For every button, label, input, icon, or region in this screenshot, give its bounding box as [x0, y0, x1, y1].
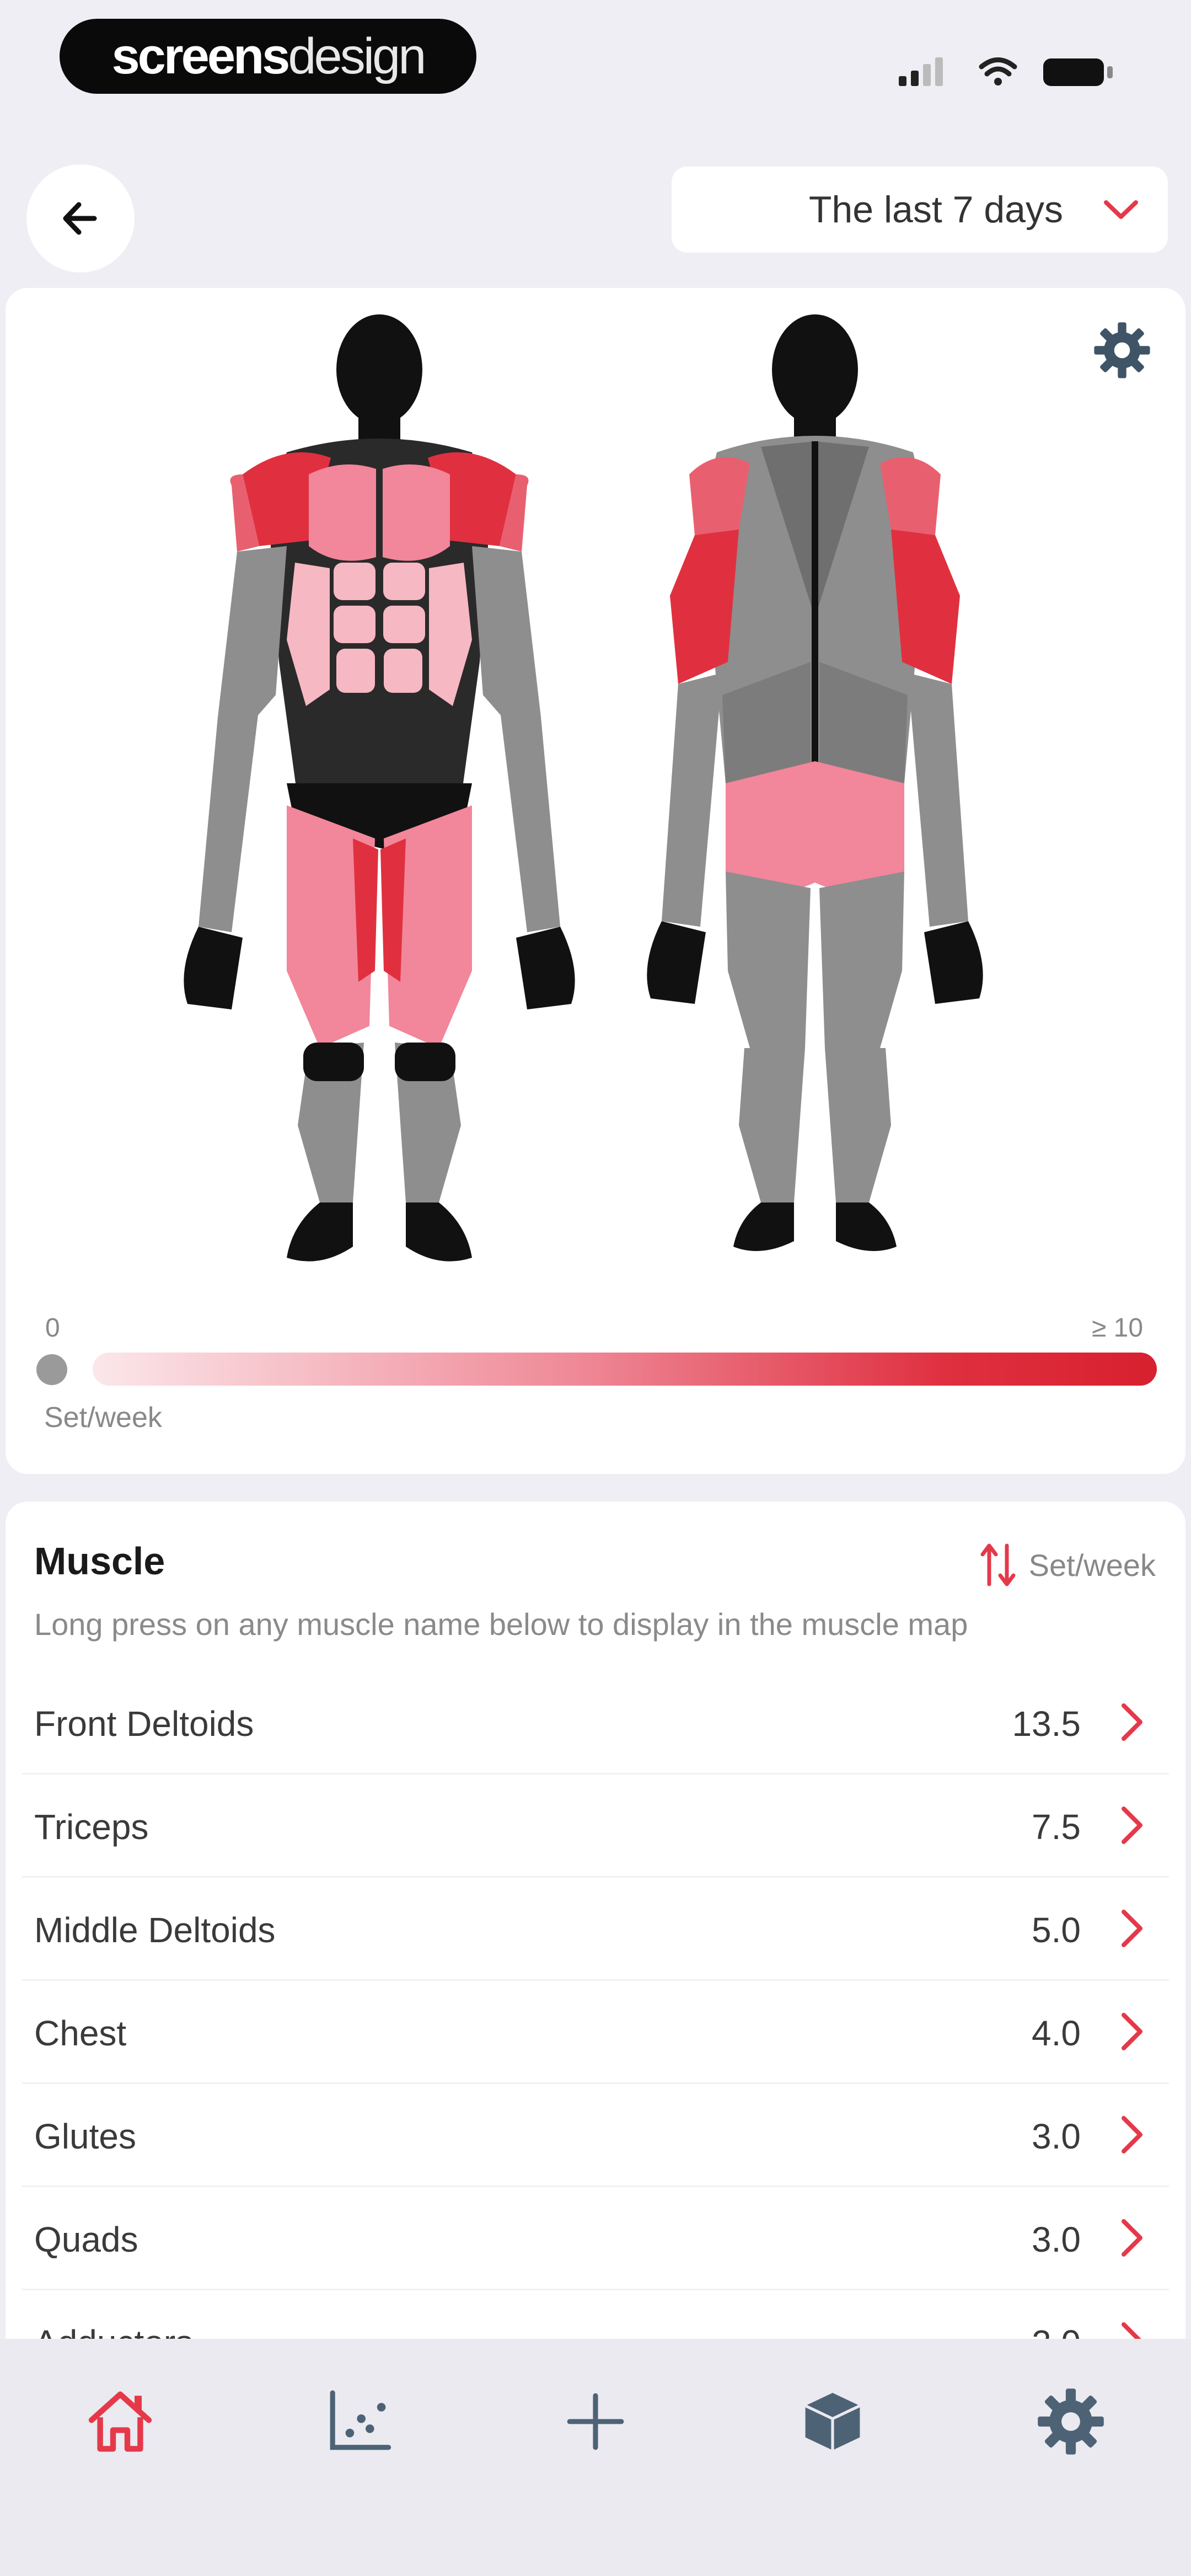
scale-min-label: 0: [45, 1313, 60, 1343]
chest-right: [383, 464, 450, 561]
tab-home[interactable]: [76, 2377, 164, 2466]
tab-statistics[interactable]: [314, 2377, 403, 2466]
muscle-rows: Front Deltoids 13.5 Triceps 7.5 Middle D…: [0, 1671, 1191, 2393]
chest-left: [309, 464, 376, 561]
back-hand-right: [924, 921, 983, 1004]
sort-button[interactable]: Set/week: [979, 1540, 1156, 1590]
add-icon: [567, 2393, 624, 2450]
muscle-value: 13.5: [1012, 1704, 1081, 1744]
glutes-left: [726, 761, 815, 891]
status-bar: screens design: [0, 0, 1191, 127]
muscle-name: Glutes: [34, 2117, 136, 2156]
muscle-row-front-deltoids[interactable]: Front Deltoids 13.5: [22, 1671, 1169, 1775]
scale-min-marker: [36, 1354, 67, 1385]
tab-add[interactable]: [551, 2377, 640, 2466]
scale-max-label: ≥ 10: [1092, 1313, 1144, 1343]
front-hand-left: [184, 927, 243, 1009]
sort-label: Set/week: [1028, 1547, 1156, 1583]
muscle-row-glutes[interactable]: Glutes 3.0: [22, 2084, 1169, 2187]
back-button[interactable]: [26, 164, 135, 272]
chevron-right-icon: [1122, 2116, 1142, 2153]
muscle-list-hint: Long press on any muscle name below to d…: [34, 1607, 968, 1642]
back-foot-right: [836, 1203, 897, 1251]
arrow-left-icon: [63, 202, 97, 235]
glutes-right: [815, 761, 904, 891]
muscle-value: 3.0: [1032, 2117, 1081, 2156]
cellular-signal-icon: [899, 57, 943, 86]
scale-unit-label: Set/week: [44, 1402, 162, 1434]
wifi-icon: [979, 57, 1017, 85]
home-icon: [88, 2391, 152, 2452]
muscle-value: 3.0: [1032, 2220, 1081, 2259]
muscle-name: Quads: [34, 2220, 138, 2259]
muscle-list-title: Muscle: [34, 1540, 165, 1583]
muscle-row-triceps[interactable]: Triceps 7.5: [22, 1775, 1169, 1878]
muscle-row-middle-deltoids[interactable]: Middle Deltoids 5.0: [22, 1878, 1169, 1981]
intensity-gradient-bar: [93, 1353, 1157, 1386]
muscle-row-quads[interactable]: Quads 3.0: [22, 2187, 1169, 2290]
settings-icon: [1038, 2388, 1104, 2455]
front-foot-right: [406, 1203, 472, 1262]
muscle-name: Triceps: [34, 1807, 149, 1847]
chevron-right-icon: [1122, 2219, 1142, 2257]
back-foot-left: [733, 1203, 794, 1251]
brand-badge: screens design: [60, 19, 476, 94]
battery-icon: [1043, 58, 1113, 86]
chevron-right-icon: [1122, 1807, 1142, 1844]
date-range-select[interactable]: The last 7 days: [672, 167, 1168, 253]
header: The last 7 days: [0, 154, 1191, 272]
tab-exercises[interactable]: [788, 2377, 877, 2466]
bottom-tab-bar: [0, 2339, 1191, 2576]
muscle-value: 5.0: [1032, 1910, 1081, 1950]
chevron-down-icon: [1104, 200, 1138, 219]
chevron-right-icon: [1122, 1703, 1142, 1741]
chevron-right-icon: [1122, 2013, 1142, 2050]
back-hand-left: [647, 921, 706, 1004]
muscle-map: [184, 314, 983, 1262]
muscle-name: Chest: [34, 2013, 127, 2053]
chart-icon: [330, 2390, 391, 2450]
muscle-value: 7.5: [1032, 1807, 1081, 1847]
muscle-row-chest[interactable]: Chest 4.0: [22, 1981, 1169, 2084]
front-foot-left: [287, 1203, 353, 1262]
muscle-name: Front Deltoids: [34, 1704, 254, 1744]
status-icons: [899, 57, 1113, 86]
muscle-value: 4.0: [1032, 2013, 1081, 2053]
chevron-right-icon: [1122, 1910, 1142, 1947]
tab-settings[interactable]: [1027, 2377, 1115, 2466]
cube-icon: [804, 2393, 861, 2450]
back-body: [647, 314, 983, 1251]
front-body: [184, 314, 575, 1262]
date-range-label: The last 7 days: [808, 189, 1063, 231]
brand-light: design: [288, 28, 426, 84]
sort-icon: [980, 1543, 1016, 1586]
brand-bold: screens: [111, 28, 291, 84]
front-hand-right: [516, 927, 575, 1009]
muscle-name: Middle Deltoids: [34, 1910, 276, 1950]
